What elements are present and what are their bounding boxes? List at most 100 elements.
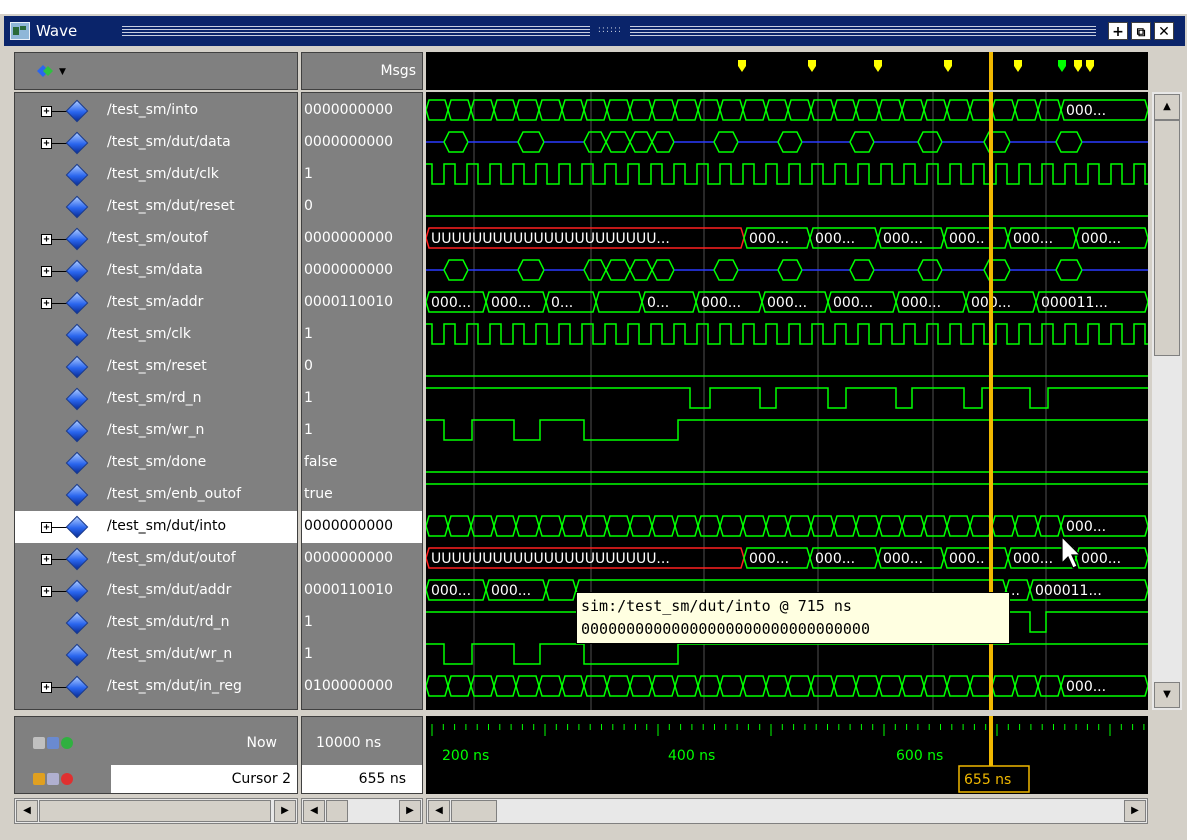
time-ruler[interactable]: 200 ns 400 ns 600 ns 655 ns	[426, 716, 1148, 794]
active-cursor-line-ruler[interactable]	[989, 716, 993, 766]
scroll-left-icon[interactable]: ◀	[16, 800, 38, 822]
clock-waveform[interactable]	[426, 163, 1148, 185]
scroll-up-icon[interactable]: ▲	[1154, 94, 1180, 120]
data-bus-waveform[interactable]	[426, 259, 1148, 281]
scroll-left-icon[interactable]: ◀	[428, 800, 450, 822]
wave-tool-icon[interactable]	[35, 61, 55, 81]
expand-icon[interactable]: +	[41, 266, 52, 277]
bus-segment	[719, 675, 744, 697]
tree-connector	[52, 591, 68, 592]
expand-icon[interactable]: +	[41, 586, 52, 597]
signal-row[interactable]: + /test_sm/data	[15, 255, 297, 287]
signal-row[interactable]: + /test_sm/dut/data	[15, 127, 297, 159]
values-scroll-thumb[interactable]	[326, 800, 348, 822]
wrench-icon[interactable]	[47, 773, 59, 785]
signal-row[interactable]: /test_sm/clk	[15, 319, 297, 351]
bus-segment	[1014, 515, 1039, 537]
title-drag-grip[interactable]: ::::::	[590, 23, 630, 37]
chevron-down-icon[interactable]: ▼	[59, 67, 66, 77]
close-icon[interactable]: ✕	[1154, 22, 1174, 40]
signal-value: 0000110010	[304, 582, 394, 598]
cursor-list-icon[interactable]	[47, 737, 59, 749]
expand-icon[interactable]: +	[41, 298, 52, 309]
signal-name: /test_sm/dut/outof	[107, 550, 236, 566]
dock-plus-icon[interactable]: +	[1108, 22, 1128, 40]
cursor-marker-icon[interactable]	[1014, 60, 1022, 72]
data-bus-waveform[interactable]	[426, 131, 1148, 153]
signal-value: false	[304, 454, 338, 470]
signal-row[interactable]: /test_sm/dut/clk	[15, 159, 297, 191]
signal-row[interactable]: + /test_sm/dut/addr	[15, 575, 297, 607]
scroll-down-icon[interactable]: ▼	[1154, 682, 1180, 708]
clock-waveform[interactable]	[426, 323, 1148, 345]
signal-row[interactable]: + /test_sm/dut/in_reg	[15, 671, 297, 703]
cursor-marker-icon[interactable]	[1086, 60, 1094, 72]
header-scroll-corner	[1152, 52, 1182, 90]
signal-row[interactable]: /test_sm/dut/wr_n	[15, 639, 297, 671]
bus-value-label: 000..	[949, 551, 985, 567]
signal-diamond-icon	[67, 165, 87, 185]
vertical-scroll-thumb[interactable]	[1154, 120, 1180, 356]
scroll-right-icon[interactable]: ▶	[274, 800, 296, 822]
signal-row[interactable]: /test_sm/done	[15, 447, 297, 479]
cursor-marker-icon[interactable]	[944, 60, 952, 72]
signal-value-row[interactable]: 0000000000	[302, 511, 422, 543]
cursor-row[interactable]: Cursor 2	[111, 765, 297, 793]
bus-waveform[interactable]: 000...	[426, 99, 1148, 121]
expand-icon[interactable]: +	[41, 234, 52, 245]
expand-icon[interactable]: +	[41, 138, 52, 149]
bus-waveform[interactable]: 000...	[426, 675, 1148, 697]
active-cursor-line-top[interactable]	[989, 52, 993, 90]
signal-row[interactable]: /test_sm/wr_n	[15, 415, 297, 447]
names-scroll-thumb[interactable]	[39, 800, 271, 822]
bus-waveform[interactable]: 000...	[426, 515, 1148, 537]
bus-waveform[interactable]: UUUUUUUUUUUUUUUUUUUUUU... 000... 000... 000…	[426, 227, 1148, 249]
scroll-left-icon[interactable]: ◀	[303, 800, 325, 822]
add-icon[interactable]	[61, 737, 73, 749]
expand-icon[interactable]: +	[41, 106, 52, 117]
scroll-right-icon[interactable]: ▶	[1124, 800, 1146, 822]
signal-row[interactable]: + /test_sm/dut/outof	[15, 543, 297, 575]
scroll-right-icon[interactable]: ▶	[399, 800, 421, 822]
ruler-tick-label: 600 ns	[896, 748, 943, 764]
signal-diamond-icon	[67, 293, 87, 313]
cursor-marker-icon[interactable]	[1074, 60, 1082, 72]
signal-row[interactable]: /test_sm/dut/reset	[15, 191, 297, 223]
cursor-markers	[738, 52, 1094, 90]
cursor-marker-icon[interactable]	[874, 60, 882, 72]
rd-n-waveform[interactable]	[426, 387, 1148, 409]
values-horizontal-scrollbar[interactable]: ◀ ▶	[301, 798, 423, 824]
names-horizontal-scrollbar[interactable]: ◀ ▶	[14, 798, 298, 824]
signal-row[interactable]: + /test_sm/outof	[15, 223, 297, 255]
add-cursor-icon[interactable]	[33, 737, 45, 749]
wave-scroll-thumb[interactable]	[451, 800, 497, 822]
wr-n-waveform[interactable]	[426, 643, 1148, 665]
wave-horizontal-scrollbar[interactable]: ◀ ▶	[426, 798, 1148, 824]
bus-segment	[742, 515, 767, 537]
signal-row[interactable]: /test_sm/rd_n	[15, 383, 297, 415]
bus-segment	[983, 131, 1011, 153]
signal-diamond-icon	[67, 485, 87, 505]
vertical-scrollbar[interactable]: ▲ ▼	[1152, 92, 1182, 710]
signal-row[interactable]: /test_sm/dut/rd_n	[15, 607, 297, 639]
undock-icon[interactable]: ⧉	[1131, 22, 1151, 40]
expand-icon[interactable]: +	[41, 554, 52, 565]
lock-icon[interactable]	[33, 773, 45, 785]
cursor-value-field[interactable]: 655 ns	[302, 765, 422, 793]
cursor-marker-icon[interactable]	[808, 60, 816, 72]
signal-row[interactable]: /test_sm/reset	[15, 351, 297, 383]
expand-icon[interactable]: +	[41, 682, 52, 693]
signal-row[interactable]: /test_sm/enb_outof	[15, 479, 297, 511]
wr-n-waveform[interactable]	[426, 419, 1148, 441]
signal-row[interactable]: + /test_sm/dut/into	[15, 511, 297, 543]
cursor-marker-icon[interactable]	[738, 60, 746, 72]
bus-segment	[517, 131, 545, 153]
expand-icon[interactable]: +	[41, 522, 52, 533]
signal-row[interactable]: + /test_sm/into	[15, 95, 297, 127]
bus-segment	[742, 99, 767, 121]
bus-waveform[interactable]: UUUUUUUUUUUUUUUUUUUUUU... 000... 000... 000…	[426, 547, 1148, 569]
signal-row[interactable]: + /test_sm/addr	[15, 287, 297, 319]
remove-cursor-icon[interactable]	[61, 773, 73, 785]
bus-waveform[interactable]: 000... 000... 0... 0... 000... 000... 000... 00…	[426, 291, 1148, 313]
cursor-marker-icon[interactable]	[1058, 60, 1066, 72]
